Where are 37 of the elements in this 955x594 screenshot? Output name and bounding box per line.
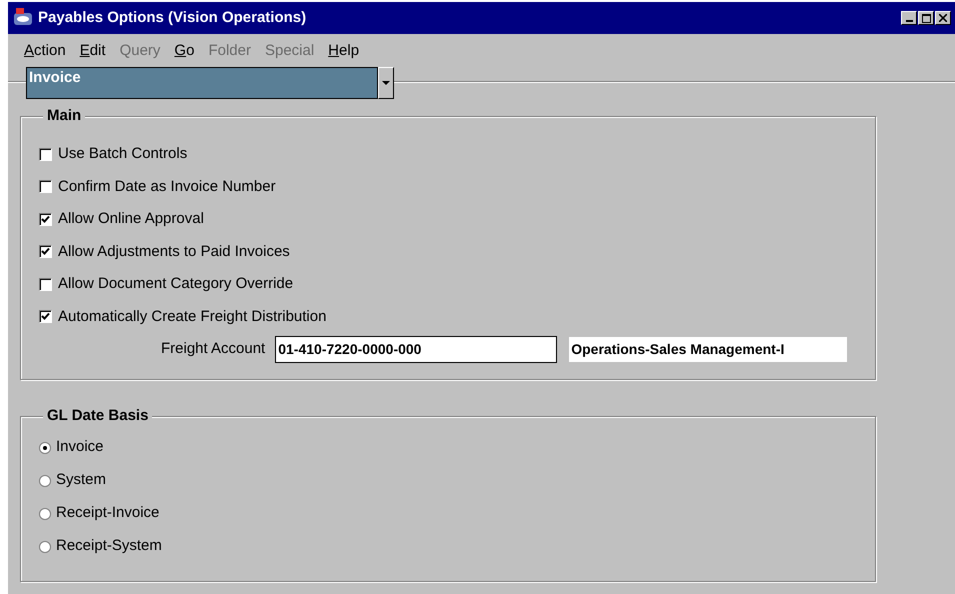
dropdown-button[interactable] (378, 67, 394, 99)
minimize-button[interactable] (901, 11, 917, 25)
region-selector[interactable]: Invoice (26, 67, 378, 99)
checkbox-label: Allow Adjustments to Paid Invoices (58, 242, 290, 262)
checkbox[interactable] (39, 245, 52, 258)
menu-item[interactable]: Help (328, 40, 360, 62)
menu-item[interactable]: Action (24, 40, 66, 62)
radio-button[interactable] (39, 508, 51, 520)
minimize-icon (906, 20, 912, 22)
checkbox[interactable] (39, 148, 52, 161)
checkbox-label: Allow Document Category Override (58, 274, 294, 294)
close-icon (939, 14, 947, 22)
checkbox[interactable] (39, 310, 52, 324)
checkbox[interactable] (39, 278, 52, 291)
menu-item[interactable]: Go (174, 40, 194, 62)
radio-label: Receipt-System (56, 536, 162, 556)
radio-label: Invoice (56, 437, 104, 458)
checkbox[interactable] (39, 180, 52, 194)
caret-icon (382, 81, 390, 85)
menu-item[interactable]: Edit (80, 40, 106, 62)
freight-account-field[interactable]: 01-410-7220-0000-000 (275, 336, 558, 362)
field-label: Freight Account (161, 338, 266, 359)
checkbox[interactable] (39, 212, 52, 226)
checkbox-label: Confirm Date as Invoice Number (58, 176, 276, 196)
close-button[interactable] (935, 11, 951, 25)
checkbox-label: Allow Online Approval (58, 209, 204, 229)
radio-button[interactable] (39, 442, 51, 454)
checkbox-label: Use Batch Controls (58, 144, 188, 164)
maximize-icon (922, 14, 930, 22)
radio-label: System (56, 470, 106, 490)
checkbox-label: Automatically Create Freight Distribution (58, 306, 326, 326)
maximize-button[interactable] (918, 11, 934, 25)
radio-label: Receipt-Invoice (56, 503, 160, 524)
account-description-field: Operations-Sales Management-I (569, 336, 848, 362)
radio-button[interactable] (39, 540, 51, 552)
radio-button[interactable] (39, 474, 51, 486)
window-title: Payables Options (Vision Operations) (38, 8, 308, 28)
